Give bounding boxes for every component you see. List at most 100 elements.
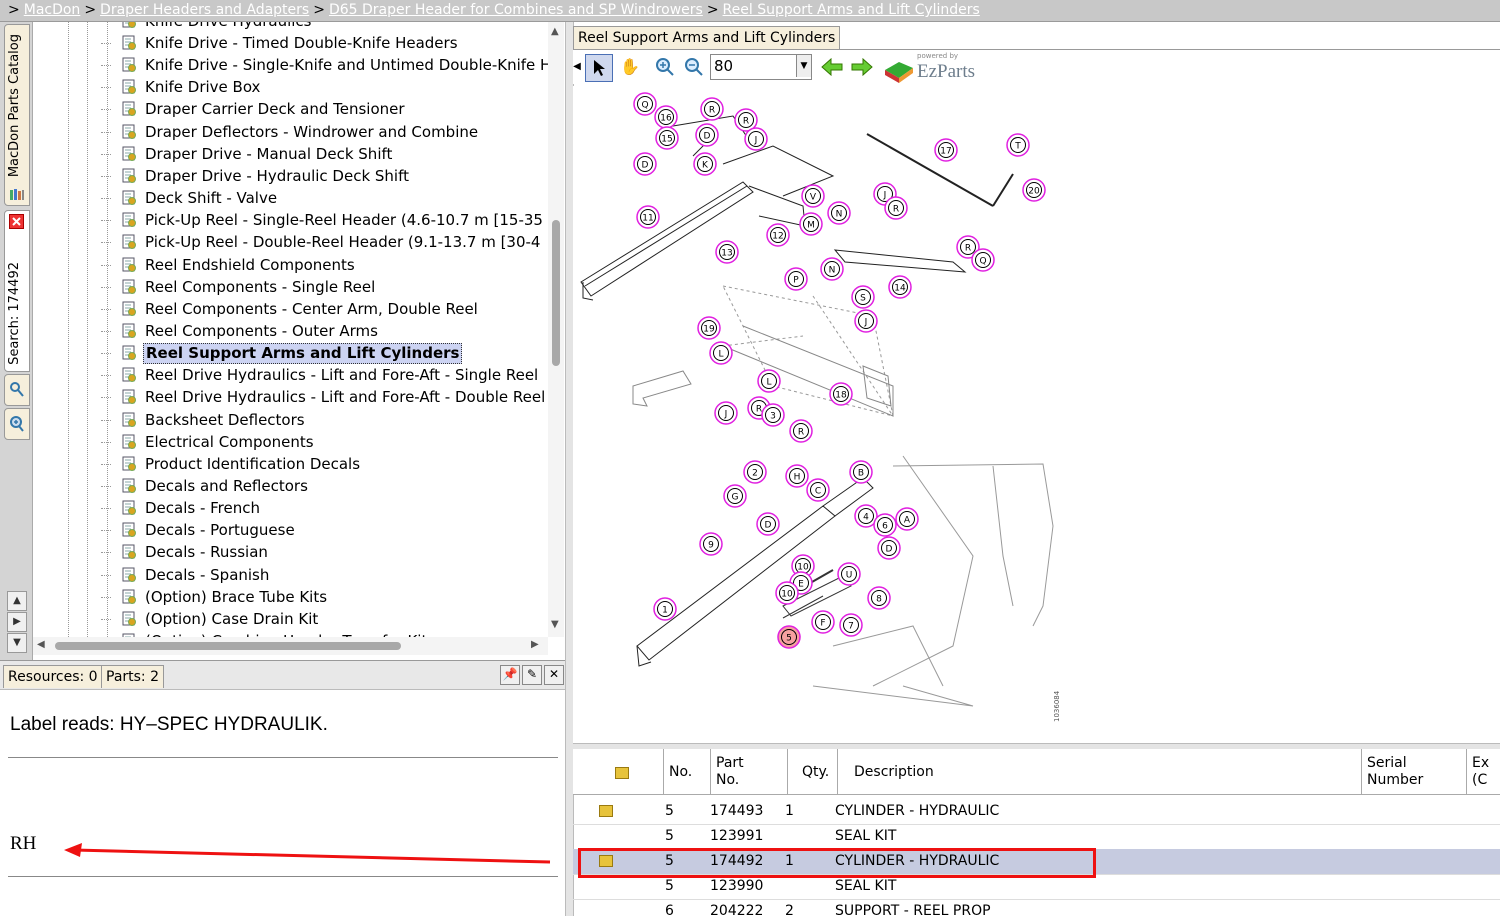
callout-U[interactable]: U (837, 562, 861, 586)
callout-G[interactable]: G (723, 484, 747, 508)
edit-icon[interactable]: ✎ (522, 665, 542, 685)
callout-T[interactable]: T (1006, 133, 1030, 157)
callout-R[interactable]: R (789, 419, 813, 443)
callout-L[interactable]: L (757, 369, 781, 393)
zoom-out-button[interactable] (681, 54, 707, 80)
callout-J[interactable]: J (854, 309, 878, 333)
callout-F[interactable]: F (811, 610, 835, 634)
tab-parts[interactable]: Parts: 2 (101, 665, 165, 688)
callout-7[interactable]: 7 (839, 613, 863, 637)
callout-10[interactable]: 10 (775, 581, 799, 605)
header-serial-number[interactable]: Serial Number (1361, 749, 1467, 794)
callout-17[interactable]: 17 (934, 138, 958, 162)
tab-diagram-title[interactable]: Reel Support Arms and Lift Cylinders (573, 26, 841, 49)
callout-B[interactable]: B (849, 460, 873, 484)
callout-11[interactable]: 11 (636, 205, 660, 229)
scroll-up-arrow-icon[interactable]: ▲ (551, 26, 559, 37)
callout-1[interactable]: 1 (653, 597, 677, 621)
table-row[interactable]: 5 174493 1 CYLINDER - HYDRAULIC (573, 799, 1500, 825)
callout-S[interactable]: S (851, 285, 875, 309)
table-row[interactable]: 6 204222 2 SUPPORT - REEL PROP (573, 899, 1500, 916)
callout-M[interactable]: M (799, 212, 823, 236)
tab-resources[interactable]: Resources: 0 (3, 665, 103, 688)
callout-J[interactable]: J (744, 127, 768, 151)
callout-A[interactable]: A (895, 507, 919, 531)
tab-zoom-search[interactable] (4, 408, 30, 440)
zoom-input[interactable] (711, 55, 799, 77)
callout-L[interactable]: L (709, 341, 733, 365)
callout-20[interactable]: 20 (1022, 178, 1046, 202)
select-pointer-button[interactable] (585, 54, 613, 82)
callout-J[interactable]: J (714, 401, 738, 425)
close-icon[interactable] (9, 214, 24, 229)
breadcrumb-link-reel-support[interactable]: Reel Support Arms and Lift Cylinders (723, 2, 980, 18)
callout-13[interactable]: 13 (715, 240, 739, 264)
scroll-right-arrow-icon[interactable]: ▶ (531, 639, 539, 650)
close-icon[interactable]: ✕ (544, 665, 564, 685)
callout-6[interactable]: 6 (873, 513, 897, 537)
callout-label: 4 (863, 513, 869, 523)
tab-search-tool[interactable] (4, 374, 30, 406)
scroll-down-button[interactable]: ▼ (7, 633, 27, 653)
header-part-no[interactable]: Part No. (710, 749, 788, 794)
callout-C[interactable]: C (806, 478, 830, 502)
pin-icon[interactable]: 📌 (500, 665, 520, 685)
callout-19[interactable]: 19 (697, 316, 721, 340)
tab-search-results[interactable]: Search: 174492 (4, 210, 30, 372)
expand-button[interactable]: ▶ (7, 612, 27, 632)
header-qty[interactable]: Qty. (787, 749, 838, 794)
callout-D[interactable]: D (877, 536, 901, 560)
scrollbar-thumb[interactable] (55, 642, 401, 650)
breadcrumb-link-macdon[interactable]: MacDon (24, 2, 81, 18)
header-no[interactable]: No. (663, 749, 711, 794)
callout-8[interactable]: 8 (867, 586, 891, 610)
callout-12[interactable]: 12 (766, 223, 790, 247)
note-icon (599, 805, 613, 817)
callout-18[interactable]: 18 (829, 382, 853, 406)
tab-macdon-parts-catalog[interactable]: MacDon Parts Catalog (4, 24, 30, 206)
zoom-select[interactable]: ▼ (710, 54, 812, 80)
callout-H[interactable]: H (785, 464, 809, 488)
parts-diagram[interactable]: Q 16 R R 15 D J D K V J R 17 T 20 11 N M 12 13 N P R Q 14 S J 19 L L 1… (573, 86, 1500, 743)
callout-Q[interactable]: Q (633, 92, 657, 116)
callout-N[interactable]: N (827, 201, 851, 225)
header-icon-column[interactable] (573, 749, 664, 794)
callout-R[interactable]: R (700, 97, 724, 121)
callout-K[interactable]: K (693, 152, 717, 176)
breadcrumb-link-draper-headers[interactable]: Draper Headers and Adapters (100, 2, 309, 18)
table-row[interactable]: 5 123991 SEAL KIT (573, 824, 1500, 850)
chevron-down-icon[interactable]: ▼ (796, 55, 811, 77)
callout-D[interactable]: D (695, 123, 719, 147)
toolbar-scroll-left-icon[interactable]: ◀ (573, 54, 581, 80)
callout-D[interactable]: D (756, 512, 780, 536)
breadcrumb-link-d65[interactable]: D65 Draper Header for Combines and SP Wi… (329, 2, 703, 18)
scroll-down-arrow-icon[interactable]: ▼ (551, 619, 559, 630)
header-description[interactable]: Description (837, 749, 1362, 794)
callout-P[interactable]: P (784, 267, 808, 291)
callout-9[interactable]: 9 (699, 532, 723, 556)
callout-5[interactable]: 5 (777, 625, 801, 649)
back-button[interactable] (819, 54, 845, 80)
callout-Q[interactable]: Q (971, 248, 995, 272)
scroll-up-button[interactable]: ▲ (7, 591, 27, 611)
callout-V[interactable]: V (801, 184, 825, 208)
callout-15[interactable]: 15 (655, 126, 679, 150)
header-ex[interactable]: Ex (C (1466, 749, 1500, 794)
callout-3[interactable]: 3 (761, 403, 785, 427)
forward-button[interactable] (849, 54, 875, 80)
cell-part-no: 123991 (710, 828, 764, 844)
callout-N[interactable]: N (820, 257, 844, 281)
parts-diagram-drawing[interactable]: Q16RR15 D JD KV JR17 T2011 NM1213NPRQ14SJ19LL1… (573, 86, 1500, 743)
callout-label: D (704, 132, 711, 142)
tree-horizontal-scrollbar[interactable]: ◀ ▶ (33, 637, 548, 655)
callout-D[interactable]: D (633, 152, 657, 176)
callout-R[interactable]: R (884, 196, 908, 220)
tree-vertical-scrollbar[interactable]: ▲ ▼ (548, 22, 564, 637)
zoom-in-button[interactable] (652, 54, 678, 80)
scrollbar-thumb[interactable] (552, 220, 560, 366)
callout-16[interactable]: 16 (654, 105, 678, 129)
scroll-left-arrow-icon[interactable]: ◀ (37, 639, 45, 650)
callout-14[interactable]: 14 (888, 275, 912, 299)
callout-2[interactable]: 2 (743, 460, 767, 484)
pan-hand-button[interactable]: ✋ (617, 54, 643, 80)
